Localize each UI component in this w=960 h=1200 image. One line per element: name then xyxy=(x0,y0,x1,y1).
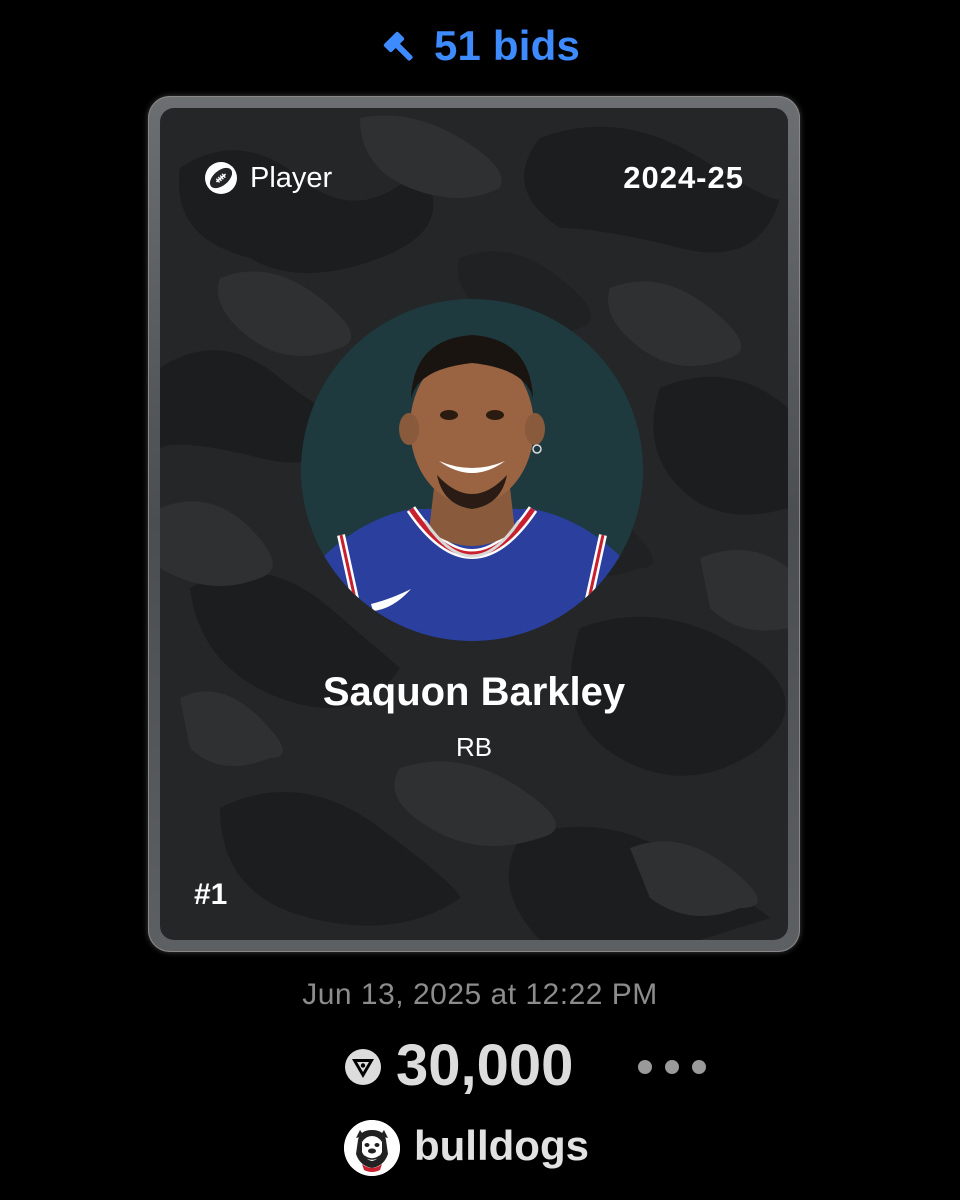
listing-page: 51 bids Player 2024-25 Saquon Barkley RB… xyxy=(0,0,960,1200)
player-name: Saquon Barkley xyxy=(322,670,626,714)
more-dot-icon xyxy=(638,1060,652,1074)
season-label: 2024-25 xyxy=(623,160,744,195)
more-options-button[interactable] xyxy=(638,1052,706,1082)
owner-avatar[interactable] xyxy=(344,1120,400,1176)
owner-row[interactable]: bulldogs xyxy=(0,1118,960,1178)
more-dot-icon xyxy=(665,1060,679,1074)
sale-price: 30,000 xyxy=(396,1033,574,1098)
player-portrait xyxy=(301,299,643,641)
card-serial-number: #1 xyxy=(194,878,228,911)
player-position: RB xyxy=(455,732,493,762)
bids-count-link[interactable]: 51 bids xyxy=(0,22,960,70)
price-row: 30,000 xyxy=(0,1030,960,1100)
card-face: Player 2024-25 Saquon Barkley RB #1 xyxy=(160,108,788,940)
collectible-card[interactable]: Player 2024-25 Saquon Barkley RB #1 xyxy=(148,96,800,952)
card-type: Player xyxy=(204,161,332,195)
bulldog-logo-icon xyxy=(344,1120,400,1176)
sale-timestamp: Jun 13, 2025 at 12:22 PM xyxy=(302,978,658,1011)
card-header: Player 2024-25 xyxy=(204,160,744,196)
owner-username[interactable]: bulldogs xyxy=(414,1122,589,1170)
more-dot-icon xyxy=(692,1060,706,1074)
card-type-label: Player xyxy=(250,161,333,194)
player-photo xyxy=(301,299,643,641)
cro-coin-icon xyxy=(345,1049,381,1085)
bids-label: 51 bids xyxy=(433,22,581,69)
gavel-icon xyxy=(383,31,413,61)
football-icon xyxy=(205,162,237,194)
